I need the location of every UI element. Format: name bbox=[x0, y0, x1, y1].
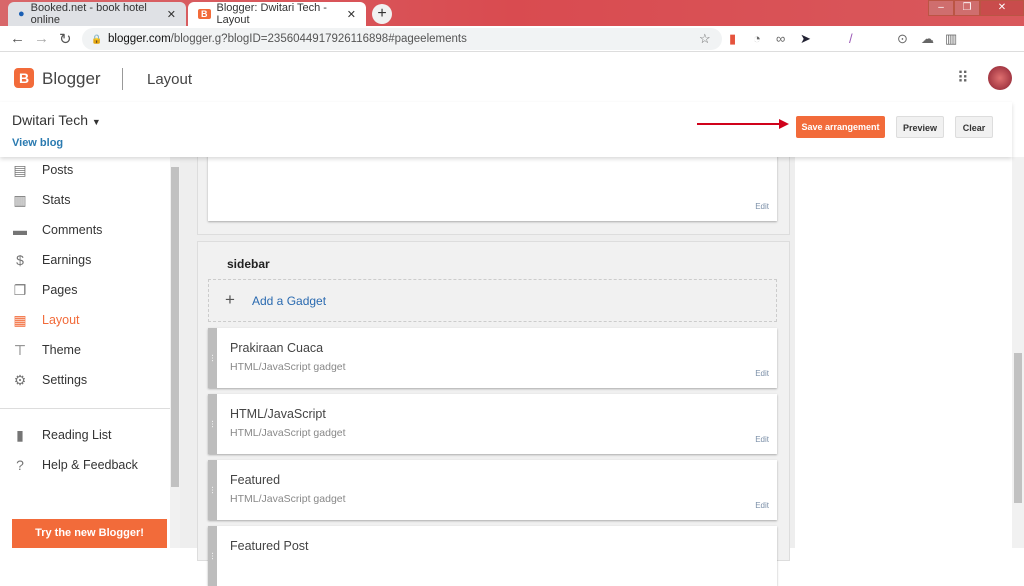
url-input[interactable]: 🔒 blogger.com/blogger.g?blogID=2356044917… bbox=[82, 28, 722, 50]
close-window-button[interactable]: ✕ bbox=[980, 0, 1024, 16]
sidebar-item-settings[interactable]: ⚙ Settings bbox=[12, 370, 87, 390]
minimize-button[interactable]: – bbox=[928, 0, 954, 16]
try-new-blogger-button[interactable]: Try the new Blogger! bbox=[12, 519, 167, 548]
gauge-icon[interactable]: ◔ bbox=[753, 31, 761, 46]
feather-icon[interactable]: / bbox=[849, 31, 853, 46]
blog-selector[interactable]: Dwitari Tech ▼ bbox=[12, 112, 101, 128]
section-title: sidebar bbox=[227, 257, 270, 271]
sidebar-nav: ▤ Posts ▥ Stats ▬ Comments $ Earnings ❐ Pages… bbox=[0, 157, 170, 548]
close-tab-icon[interactable]: ✕ bbox=[167, 8, 176, 21]
sidebar-scrollbar[interactable] bbox=[170, 157, 180, 548]
sidebar-item-pages[interactable]: ❐ Pages bbox=[12, 280, 78, 300]
gadget-card[interactable]: ⋯ HTML/JavaScript HTML/JavaScript gadget Ed… bbox=[208, 394, 777, 454]
star-icon[interactable]: ☆ bbox=[699, 31, 711, 47]
chart-extension-icon[interactable]: ▥ bbox=[945, 31, 957, 47]
apps-grid-icon[interactable]: ⠿ bbox=[957, 68, 969, 88]
sidebar-item-reading-list[interactable]: ▮ Reading List bbox=[12, 425, 111, 445]
save-arrangement-button[interactable]: Save arrangement bbox=[796, 116, 885, 138]
reload-icon[interactable]: ↻ bbox=[59, 30, 72, 48]
drag-handle[interactable]: ⋯ bbox=[208, 460, 217, 520]
header-gadget: Edit bbox=[208, 150, 777, 221]
clear-button[interactable]: Clear bbox=[955, 116, 993, 138]
close-tab-icon[interactable]: ✕ bbox=[347, 8, 356, 21]
right-blank-area bbox=[795, 157, 1012, 548]
sidebar-item-layout[interactable]: ▦ Layout bbox=[12, 310, 79, 330]
code-icon[interactable]: ⊙ bbox=[897, 31, 908, 47]
edit-link[interactable]: Edit bbox=[755, 435, 769, 444]
plus-icon: + bbox=[225, 290, 235, 309]
gadget-card[interactable]: ⋯ Prakiraan Cuaca HTML/JavaScript gadget Ed… bbox=[208, 328, 777, 388]
dollar-icon: $ bbox=[16, 252, 24, 268]
preview-button[interactable]: Preview bbox=[896, 116, 944, 138]
edit-link[interactable]: Edit bbox=[755, 501, 769, 510]
drag-handle[interactable]: ⋯ bbox=[208, 328, 217, 388]
new-tab-button[interactable]: + bbox=[372, 4, 392, 24]
app-name: Blogger bbox=[42, 69, 101, 88]
divider bbox=[0, 408, 170, 409]
address-bar-row: ← → ↻ 🔒 blogger.com/blogger.g?blogID=2356… bbox=[0, 26, 1024, 73]
extension-icon[interactable]: ▮ bbox=[729, 31, 736, 47]
sidebar-item-help[interactable]: ? Help & Feedback bbox=[12, 455, 138, 475]
paint-roller-icon: ⊤ bbox=[13, 341, 27, 358]
posts-icon: ▤ bbox=[13, 161, 27, 178]
sidebar-item-earnings[interactable]: $ Earnings bbox=[12, 250, 91, 270]
blogger-logo-icon: B bbox=[14, 68, 34, 88]
help-icon: ? bbox=[16, 457, 24, 473]
sidebar-item-stats[interactable]: ▥ Stats bbox=[12, 190, 70, 210]
gear-icon: ⚙ bbox=[13, 371, 27, 388]
tab-booked[interactable]: ● Booked.net - book hotel online ✕ bbox=[8, 2, 186, 26]
infinity-icon[interactable]: ∞ bbox=[776, 31, 785, 46]
browser-tab-bar: ● Booked.net - book hotel online ✕ B Blogge… bbox=[0, 0, 1024, 26]
view-blog-link[interactable]: View blog bbox=[12, 137, 63, 149]
layout-icon: ▦ bbox=[13, 311, 27, 328]
stats-icon: ▥ bbox=[13, 191, 27, 208]
back-icon[interactable]: ← bbox=[10, 30, 25, 47]
drag-handle[interactable]: ⋯ bbox=[208, 526, 217, 586]
account-avatar[interactable] bbox=[988, 66, 1012, 90]
sidebar-item-posts[interactable]: ▤ Posts bbox=[12, 160, 73, 180]
sidebar-item-theme[interactable]: ⊤ Theme bbox=[12, 340, 81, 360]
edit-link[interactable]: Edit bbox=[755, 202, 769, 211]
page-scrollbar[interactable] bbox=[1012, 157, 1024, 548]
lock-icon: 🔒 bbox=[91, 34, 103, 44]
add-gadget-button[interactable]: + Add a Gadget bbox=[208, 279, 777, 322]
pages-icon: ❐ bbox=[13, 281, 27, 298]
edit-link[interactable]: Edit bbox=[755, 369, 769, 378]
page-title: Layout bbox=[147, 71, 193, 88]
gadget-card[interactable]: ⋯ Featured Post bbox=[208, 526, 777, 586]
drag-handle[interactable]: ⋯ bbox=[208, 394, 217, 454]
divider bbox=[122, 68, 123, 90]
maximize-button[interactable]: ❐ bbox=[954, 0, 980, 16]
forward-icon[interactable]: → bbox=[34, 30, 49, 47]
red-arrow-annotation bbox=[697, 123, 783, 125]
blogger-favicon-icon: B bbox=[198, 9, 211, 19]
tab-blogger[interactable]: B Blogger: Dwitari Tech - Layout ✕ bbox=[188, 2, 366, 26]
arrow-head bbox=[779, 119, 789, 129]
caret-down-icon: ▼ bbox=[91, 117, 101, 127]
globe-icon: ● bbox=[18, 8, 25, 20]
bookmark-icon: ▮ bbox=[16, 426, 24, 443]
gadget-card[interactable]: ⋯ Featured HTML/JavaScript gadget Edit bbox=[208, 460, 777, 520]
cloud-icon[interactable]: ☁ bbox=[921, 31, 934, 47]
comments-icon: ▬ bbox=[13, 222, 27, 238]
cursor-icon[interactable]: ➤ bbox=[800, 31, 811, 47]
sidebar-item-comments[interactable]: ▬ Comments bbox=[12, 220, 102, 240]
